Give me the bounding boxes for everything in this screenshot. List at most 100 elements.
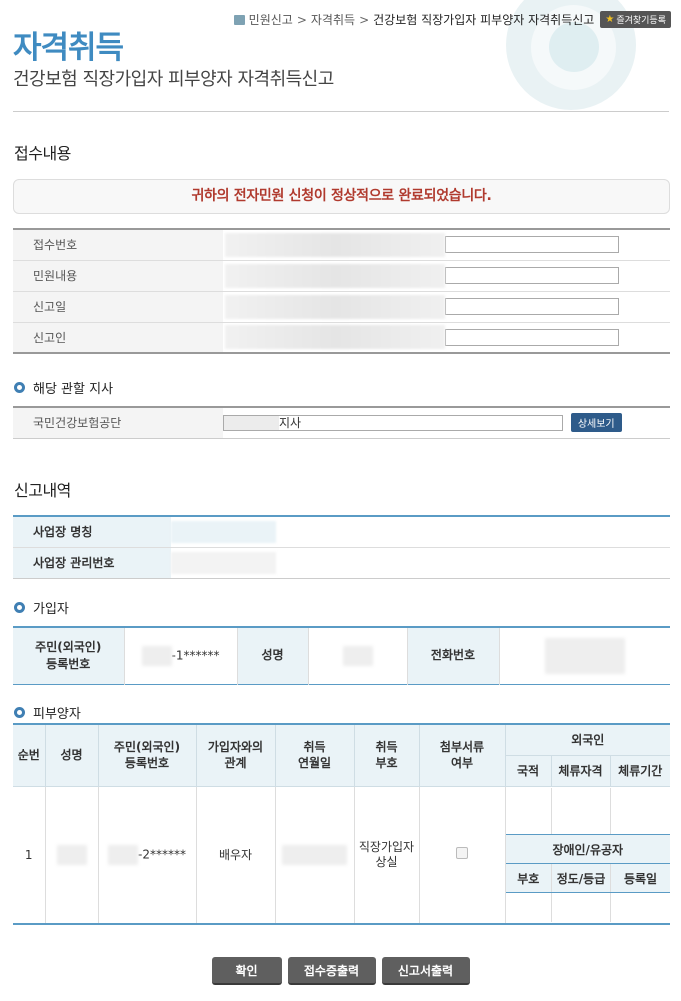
chevron-right-icon: > [359, 12, 370, 27]
member-table: 주민(외국인) 등록번호 -1****** 성명 전화번호 [13, 626, 670, 685]
member-rrn-value: -1****** [124, 627, 238, 684]
dep-name [45, 786, 99, 924]
workplace-name-label: 사업장 명칭 [13, 516, 171, 548]
disabled-degree-header: 정도/등급 [551, 863, 611, 894]
report-date-field[interactable] [445, 298, 619, 315]
member-name-label: 성명 [237, 627, 309, 684]
dep-disabled-regdate [611, 893, 671, 922]
dep-stay-period [610, 787, 670, 836]
col-attach: 첨부서류 여부 [419, 724, 506, 787]
redacted-value [225, 325, 445, 350]
dep-disabled-code [505, 892, 552, 922]
dep-attach [419, 786, 506, 924]
col-acq-date: 취득 연월일 [275, 724, 355, 787]
reporter-label: 신고인 [13, 322, 223, 353]
redacted-value [225, 232, 445, 257]
col-stay-period: 체류기간 [610, 755, 670, 787]
disabled-code-header: 부호 [505, 863, 552, 894]
col-relation: 가입자와의 관계 [196, 724, 276, 787]
completion-notice: 귀하의 전자민원 신청이 정상적으로 완료되었습니다. [13, 179, 670, 214]
workplace-number-label: 사업장 관리번호 [13, 547, 171, 578]
table-row: 국민건강보험공단 지사 상세보기 [13, 407, 670, 438]
dep-stay-status [551, 787, 611, 836]
table-row: 주민(외국인) 등록번호 -1****** 성명 전화번호 [13, 627, 670, 684]
dep-relation: 배우자 [196, 786, 276, 924]
disabled-regdate-header: 등록일 [610, 863, 670, 894]
report-print-button[interactable]: 신고서출력 [381, 957, 470, 985]
divider [13, 111, 669, 112]
bullet-icon [14, 382, 25, 393]
receipt-number-label: 접수번호 [13, 229, 223, 261]
member-name-value [308, 627, 408, 684]
table-row: 신고일 [13, 291, 670, 323]
bullet-icon [14, 707, 25, 718]
col-name: 성명 [45, 724, 99, 787]
redacted-value [544, 637, 625, 674]
redacted-value [141, 645, 172, 666]
dep-nationality [505, 787, 552, 836]
dependent-heading-text: 피부양자 [33, 707, 81, 722]
redacted-value [171, 551, 276, 574]
confirm-button[interactable]: 확인 [211, 957, 282, 985]
dep-seq: 1 [13, 786, 46, 924]
branch-table: 국민건강보험공단 지사 상세보기 [13, 406, 670, 439]
branch-label: 국민건강보험공단 [13, 407, 223, 438]
workplace-table: 사업장 명칭 사업장 관리번호 [13, 515, 670, 579]
branch-value: 지사 [279, 416, 302, 431]
col-seq: 순번 [13, 724, 46, 787]
redacted-value [108, 844, 139, 865]
complaint-content-label: 민원내용 [13, 260, 223, 292]
bottom-button-bar: 확인 접수증출력 신고서출력 [0, 957, 681, 985]
col-nationality: 국적 [505, 755, 552, 787]
table-row: 접수번호 [13, 229, 670, 261]
attach-checkbox[interactable] [456, 847, 468, 860]
report-date-label: 신고일 [13, 291, 223, 323]
dependent-table: 순번 성명 주민(외국인) 등록번호 가입자와의 관계 취득 연월일 취득 부호 첨부서… [13, 723, 670, 925]
table-row: 사업장 관리번호 [13, 547, 670, 578]
table-header-row: 순번 성명 주민(외국인) 등록번호 가입자와의 관계 취득 연월일 취득 부호 첨부서… [13, 724, 670, 787]
redacted-value [171, 520, 276, 543]
dep-rrn: -2****** [98, 786, 197, 924]
page-title: 자격취득 [13, 30, 124, 66]
dep-acq-date [275, 786, 355, 924]
dep-disabled-degree [551, 892, 611, 922]
page-subtitle: 건강보험 직장가입자 피부양자 자격취득신고 [13, 69, 334, 90]
redacted-value [225, 294, 445, 319]
member-heading: 가입자 [14, 598, 69, 617]
table-row: 민원내용 [13, 260, 670, 292]
star-icon: ★ [605, 14, 615, 25]
foreigner-subtable: 장애인/유공자 부호 정도/등급 등록일 [505, 787, 671, 922]
dependent-heading: 피부양자 [14, 703, 81, 722]
member-phone-value [499, 627, 670, 684]
dep-acq-code: 직장가입자 상실 [354, 786, 420, 924]
branch-heading-text: 해당 관할 지사 [33, 382, 114, 397]
redacted-value [342, 645, 373, 666]
receipt-print-button[interactable]: 접수증출력 [287, 957, 376, 985]
branch-heading: 해당 관할 지사 [14, 378, 113, 397]
table-row: 1 -2****** 배우자 직장가입자 상실 장애인/유공자 부호 정도/등급 … [13, 786, 670, 924]
detail-view-button[interactable]: 상세보기 [570, 413, 622, 433]
breadcrumb-current: 건강보험 직장가입자 피부양자 자격취득신고 [373, 13, 595, 27]
col-stay-status: 체류자격 [551, 755, 611, 787]
breadcrumb-home[interactable]: 민원신고 [249, 11, 293, 28]
breadcrumb-level2[interactable]: 자격취득 [311, 11, 355, 28]
receipt-section-title: 접수내용 [14, 144, 71, 163]
home-icon[interactable] [233, 14, 245, 25]
favorite-button[interactable]: ★ 즐겨찾기등록 [600, 11, 671, 28]
redacted-value [56, 844, 87, 865]
reporter-field[interactable] [445, 328, 619, 346]
col-foreigner: 외국인 [505, 724, 670, 756]
member-heading-text: 가입자 [33, 602, 69, 617]
favorite-label: 즐겨찾기등록 [616, 16, 666, 26]
breadcrumb: 민원신고 > 자격취득 > 건강보험 직장가입자 피부양자 자격취득신고 ★ 즐겨… [233, 11, 671, 28]
complaint-content-field[interactable] [445, 267, 619, 284]
redacted-value [282, 844, 347, 865]
receipt-number-field[interactable] [445, 236, 619, 254]
bullet-icon [14, 602, 25, 613]
table-row: 사업장 명칭 [13, 516, 670, 548]
branch-field[interactable]: 지사 [223, 414, 563, 431]
col-acq-code: 취득 부호 [354, 724, 420, 787]
chevron-right-icon: > [296, 12, 307, 27]
receipt-table: 접수번호 민원내용 신고일 신고인 [13, 228, 670, 354]
col-rrn: 주민(외국인) 등록번호 [98, 724, 197, 787]
